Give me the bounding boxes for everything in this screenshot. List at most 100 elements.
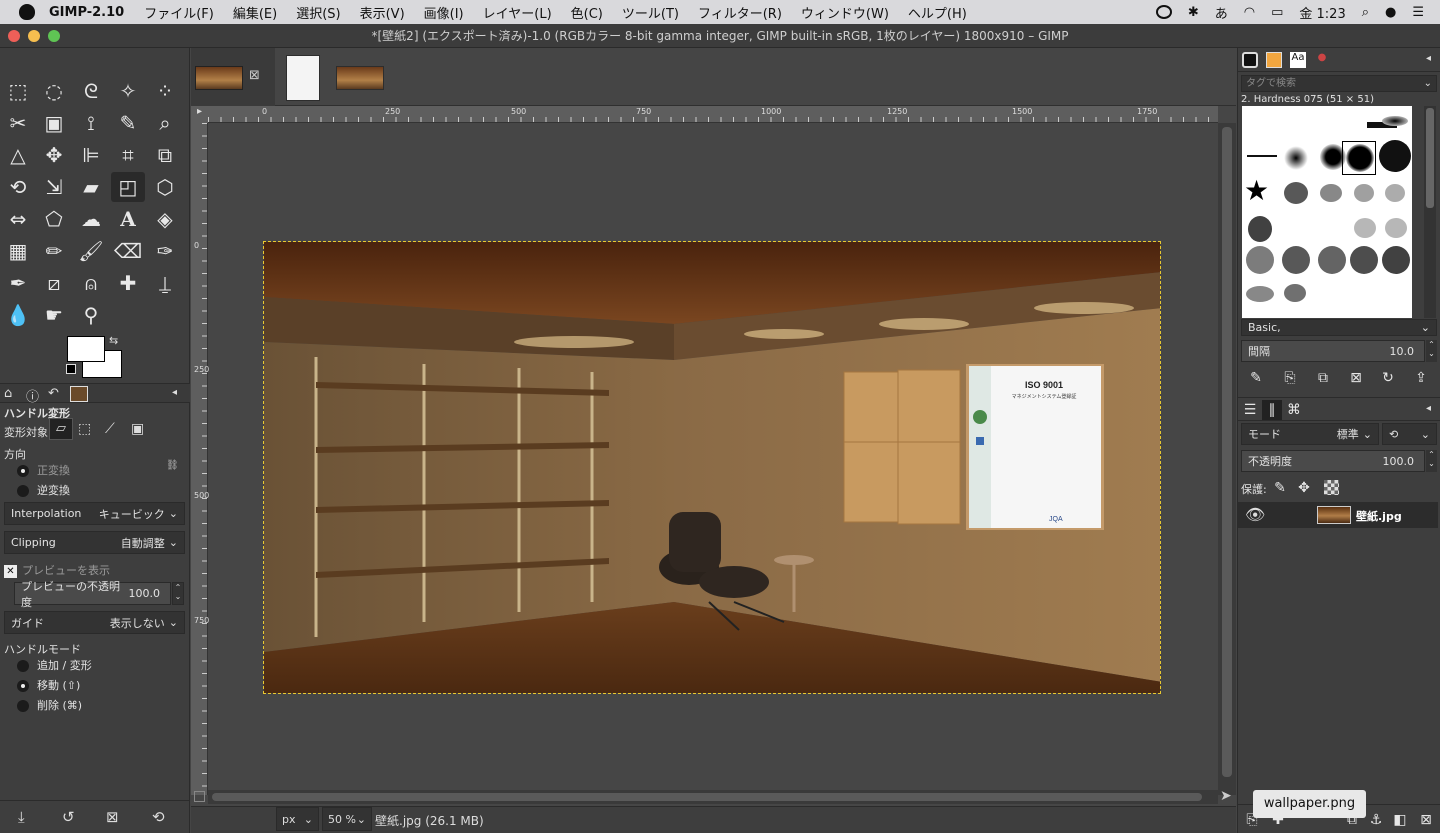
align-tool-icon[interactable]: ⊫	[74, 140, 108, 170]
canvas-image[interactable]: ISO 9001 マネジメントシステム登録証 JQA	[263, 241, 1161, 694]
menu-help[interactable]: ヘルプ(H)	[908, 3, 967, 22]
menu-windows[interactable]: ウィンドウ(W)	[801, 3, 889, 22]
quick-mask-corner-icon[interactable]: ▸	[191, 106, 208, 123]
composite-mode-select[interactable]: ⟲ ⌄	[1382, 423, 1437, 445]
bucket-fill-tool-icon[interactable]: ◈	[148, 204, 182, 234]
cage-transform-tool-icon[interactable]: ⬠	[37, 204, 71, 234]
guide-select[interactable]: ガイド 表示しない ⌄	[4, 611, 185, 634]
vertical-scrollbar[interactable]	[1218, 123, 1236, 795]
dodge-burn-tool-icon[interactable]: ⚲	[74, 300, 108, 330]
handle-add-radio[interactable]: 追加 / 変形	[17, 657, 92, 673]
document-history-tab-icon[interactable]: ●	[1314, 52, 1330, 68]
transform-path-icon[interactable]: ⟋	[105, 421, 115, 437]
spacing-spin-buttons[interactable]: ⌃ ⌄	[1426, 340, 1437, 362]
text-tool-icon[interactable]: A	[111, 204, 145, 234]
layer-opacity-slider[interactable]: 不透明度 100.0	[1241, 450, 1425, 472]
layer-mode-select[interactable]: モード 標準 ⌄	[1241, 423, 1379, 445]
input-method-icon[interactable]: あ	[1215, 3, 1228, 22]
fonts-tab-icon[interactable]: Aa	[1290, 52, 1306, 68]
opacity-spin-buttons[interactable]: ⌃ ⌄	[172, 582, 184, 605]
patterns-tab-icon[interactable]	[1266, 52, 1282, 68]
brush-grid[interactable]: ★	[1242, 106, 1412, 318]
transform-selection-icon[interactable]: ⬚	[78, 421, 91, 437]
duplicate-brush-icon[interactable]: ⧉	[1313, 368, 1333, 388]
clone-tool-icon[interactable]: ⍝	[74, 268, 108, 298]
flip-tool-icon[interactable]: ⇔	[1, 204, 35, 234]
close-tab-icon[interactable]: ⊠	[249, 68, 260, 83]
handle-delete-radio[interactable]: 削除 (⌘)	[17, 697, 82, 713]
edit-brush-icon[interactable]: ✎	[1246, 368, 1266, 388]
menu-view[interactable]: 表示(V)	[360, 3, 405, 22]
preview-opacity-slider[interactable]: プレビューの不透明度 100.0	[14, 580, 171, 609]
image-thumbnail-3[interactable]	[336, 66, 384, 90]
menu-edit[interactable]: 編集(E)	[233, 3, 277, 22]
handle-move-radio[interactable]: 移動 (⇧)	[17, 677, 80, 693]
navigate-icon[interactable]	[194, 791, 205, 802]
channels-tab-icon[interactable]: ∥	[1262, 400, 1282, 420]
layer-row[interactable]: 👁 壁紙.jpg	[1238, 502, 1438, 528]
transform-image-icon[interactable]: ▣	[131, 421, 144, 437]
ellipse-select-tool-icon[interactable]: ◌	[37, 76, 71, 106]
undo-history-tab-icon[interactable]: ↶	[48, 386, 59, 401]
device-status-tab-icon[interactable]: ⓘ	[26, 386, 39, 405]
vertical-scroll-thumb[interactable]	[1222, 127, 1232, 777]
default-colors-icon[interactable]	[66, 364, 76, 374]
smudge-tool-icon[interactable]: ☛	[37, 300, 71, 330]
scissors-tool-icon[interactable]: ✂	[1, 108, 35, 138]
delete-options-icon[interactable]: ⊠	[106, 808, 119, 826]
app-menu[interactable]: GIMP-2.10	[49, 5, 124, 20]
menu-tools[interactable]: ツール(T)	[622, 3, 679, 22]
restore-options-icon[interactable]: ↺	[62, 808, 75, 826]
paths-tab-icon[interactable]: ⌘	[1284, 400, 1304, 420]
new-brush-icon[interactable]: ⎘	[1280, 368, 1300, 388]
anchor-layer-icon[interactable]: ⚓	[1366, 810, 1386, 830]
siri-icon[interactable]: ●	[1385, 5, 1396, 20]
clock[interactable]: 金 1:23	[1299, 3, 1345, 22]
shear-tool-icon[interactable]: ▰	[74, 172, 108, 202]
swap-colors-icon[interactable]: ⇆	[109, 334, 118, 347]
direction-normal-radio[interactable]: 正変換	[17, 462, 70, 478]
paths-tool-icon[interactable]: ⟟	[74, 108, 108, 138]
unified-transform-tool-icon[interactable]: ⧉	[148, 140, 182, 170]
brush-tag-search[interactable]: タグで検索 ⌄	[1241, 75, 1437, 92]
lock-pixels-icon[interactable]: ✎	[1270, 478, 1290, 498]
eraser-tool-icon[interactable]: ⌫	[111, 236, 145, 266]
perspective-tool-icon[interactable]: ⬡	[148, 172, 182, 202]
images-tab-icon[interactable]	[70, 386, 88, 402]
blur-tool-icon[interactable]: 💧	[1, 300, 35, 330]
refresh-brushes-icon[interactable]: ↻	[1378, 368, 1398, 388]
handle-transform-tool-icon[interactable]: ◰	[111, 172, 145, 202]
canvas-area[interactable]: ▸ 0 250 500 750 1000 1250 1500 1750 0 25…	[191, 106, 1236, 806]
pencil-tool-icon[interactable]: ✏	[37, 236, 71, 266]
menu-select[interactable]: 選択(S)	[296, 3, 340, 22]
heal-tool-icon[interactable]: ✚	[111, 268, 145, 298]
gimp-status-icon[interactable]	[1155, 5, 1172, 19]
direction-reverse-radio[interactable]: 逆変換	[17, 482, 70, 498]
image-thumbnail-1[interactable]	[195, 66, 243, 90]
spotlight-icon[interactable]: ⌕	[1362, 5, 1369, 20]
menu-file[interactable]: ファイル(F)	[144, 3, 214, 22]
battery-icon[interactable]: ▭	[1271, 5, 1283, 20]
unit-select[interactable]: px ⌄	[276, 807, 319, 831]
rect-select-tool-icon[interactable]: ⬚	[1, 76, 35, 106]
airbrush-tool-icon[interactable]: ✑	[148, 236, 182, 266]
foreground-color-swatch[interactable]	[67, 336, 105, 362]
select-by-color-tool-icon[interactable]: ⁘	[148, 76, 182, 106]
mask-layer-icon[interactable]: ◧	[1390, 810, 1410, 830]
paintbrush-tool-icon[interactable]: 🖌	[74, 236, 108, 266]
control-center-icon[interactable]: ☰	[1412, 5, 1424, 20]
horizontal-scrollbar[interactable]	[208, 790, 1218, 804]
lock-position-icon[interactable]: ✥	[1294, 478, 1314, 498]
apple-icon[interactable]	[19, 4, 35, 20]
zoom-follow-icon[interactable]: ➤	[1220, 788, 1232, 804]
perspective-clone-tool-icon[interactable]: ⍊	[148, 268, 182, 298]
delete-layer-icon[interactable]: ⊠	[1416, 810, 1436, 830]
configure-tab-icon[interactable]: ◂	[1426, 403, 1431, 414]
lock-alpha-icon[interactable]	[1324, 480, 1339, 495]
transform-layer-icon[interactable]: ▱	[49, 418, 73, 440]
bluetooth-icon[interactable]: ✱	[1188, 5, 1199, 20]
image-thumbnail-2[interactable]	[286, 55, 320, 101]
horizontal-ruler[interactable]: 0 250 500 750 1000 1250 1500 1750	[208, 106, 1218, 123]
configure-tab-icon[interactable]: ◂	[172, 387, 177, 398]
ink-tool-icon[interactable]: ✒	[1, 268, 35, 298]
